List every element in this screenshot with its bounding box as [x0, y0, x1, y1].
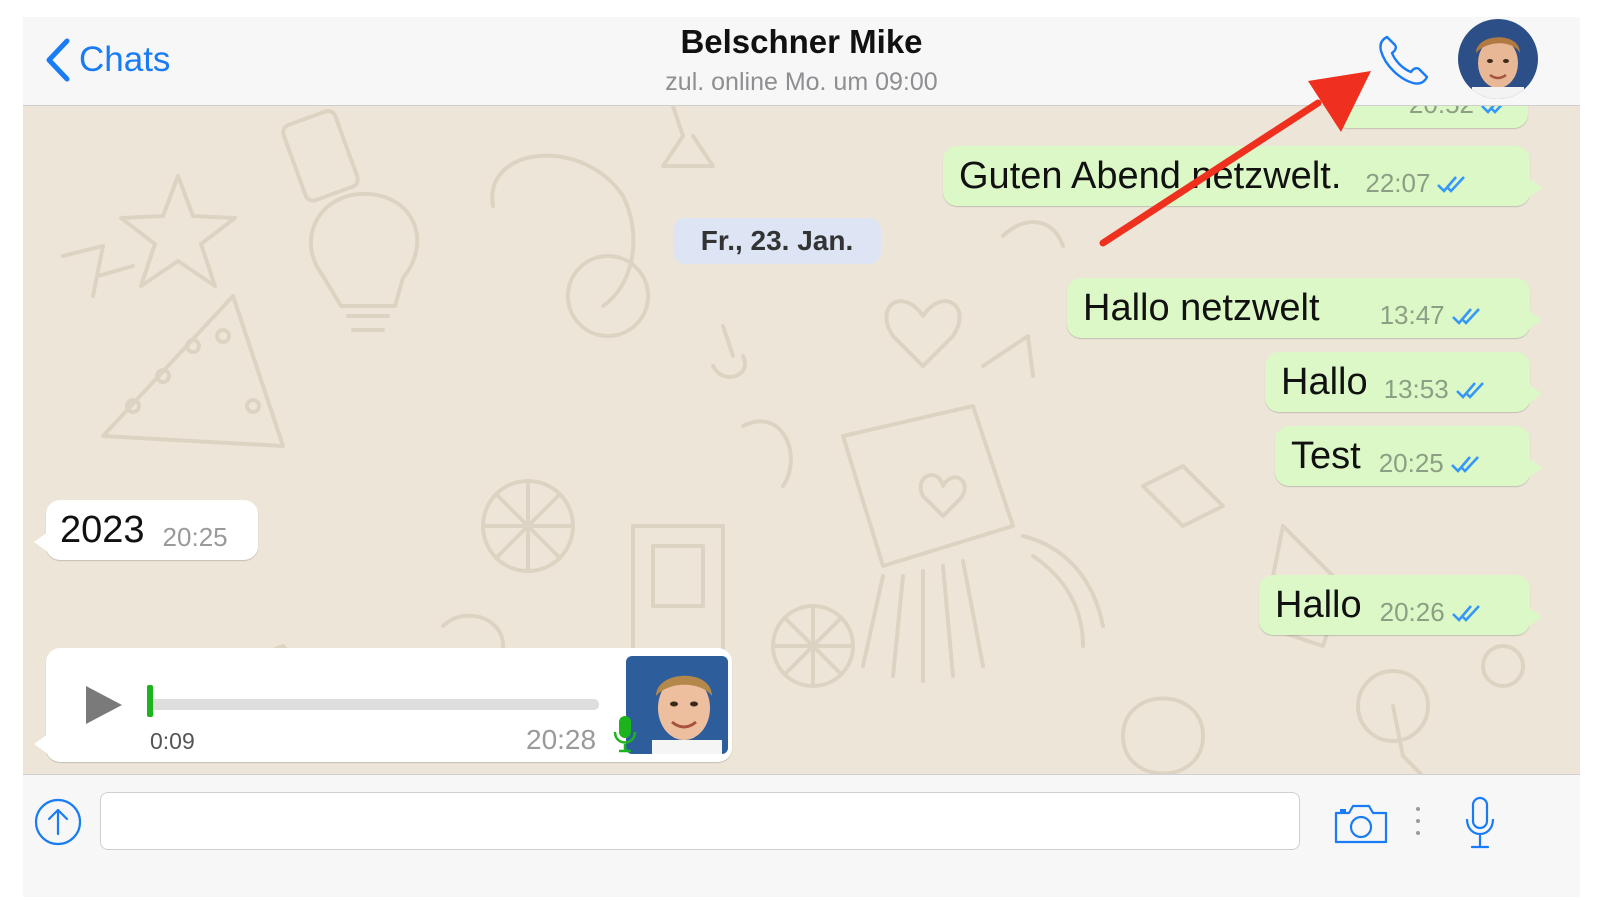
bubble-tail	[34, 532, 48, 552]
double-check-icon	[1481, 106, 1503, 114]
microphone-icon[interactable]	[1463, 795, 1497, 851]
separator-dots	[1416, 807, 1420, 835]
message-bubble-outgoing[interactable]: Test 20:25	[1275, 426, 1542, 486]
double-check-icon	[1451, 605, 1480, 622]
message-bubble-outgoing[interactable]: Guten Abend netzwelt. 22:07	[943, 146, 1542, 206]
bubble-tail	[1528, 458, 1542, 478]
message-text: Hallo	[1275, 583, 1362, 626]
avatar[interactable]	[1458, 19, 1538, 99]
voice-sender-photo	[626, 656, 728, 754]
message-time: 20:52	[1409, 106, 1474, 120]
voice-duration: 0:09	[150, 728, 195, 754]
message-bubble-incoming[interactable]: 2023 20:25	[34, 500, 258, 560]
message-input[interactable]	[100, 792, 1300, 850]
double-check-icon	[1455, 382, 1484, 399]
message-time: 20:28	[526, 724, 597, 755]
contact-name[interactable]: Belschner Mike	[23, 23, 1580, 61]
double-check-icon	[1450, 456, 1479, 473]
double-check-icon	[1451, 308, 1480, 325]
bubble-tail	[1528, 607, 1542, 627]
message-text: Guten Abend netzwelt.	[959, 154, 1342, 197]
message-time: 20:25	[1378, 447, 1444, 478]
upload-circle-icon[interactable]	[33, 797, 83, 847]
message-time: 13:47	[1379, 299, 1445, 330]
bubble-tail	[1528, 384, 1542, 404]
play-icon[interactable]	[82, 684, 124, 726]
camera-icon[interactable]	[1333, 801, 1389, 845]
date-separator: Fr., 23. Jan.	[673, 218, 881, 264]
chat-header: Chats Belschner Mike zul. online Mo. um …	[23, 17, 1580, 106]
message-time: 20:26	[1379, 596, 1445, 627]
message-text: 2023	[60, 508, 145, 551]
message-text: Hallo	[1281, 360, 1368, 403]
message-bubble-outgoing[interactable]: Hallo 20:26	[1259, 575, 1542, 635]
message-text: Test	[1291, 434, 1361, 477]
bubble-tail	[1528, 310, 1542, 330]
microphone-icon	[613, 716, 637, 753]
message-bubble-partial[interactable]: 20:52	[1333, 106, 1528, 128]
message-bubble-outgoing[interactable]: Hallo netzwelt 13:47	[1067, 278, 1542, 338]
whatsapp-chat-window: Chats Belschner Mike zul. online Mo. um …	[23, 17, 1580, 897]
last-seen-status: zul. online Mo. um 09:00	[665, 68, 938, 96]
message-bubble-outgoing[interactable]: Hallo 13:53	[1265, 352, 1542, 412]
message-time: 20:25	[162, 521, 228, 552]
bubble-tail	[1528, 178, 1542, 198]
message-input-bar	[23, 774, 1580, 897]
voice-progress-handle[interactable]	[147, 685, 153, 717]
bubble-tail	[34, 734, 48, 754]
double-check-icon	[1437, 176, 1466, 193]
chat-messages-area[interactable]: 20:52 Guten Abend netzwelt. 22:07 Fr., 2…	[23, 106, 1580, 796]
message-text: Hallo netzwelt	[1083, 286, 1320, 329]
voice-message-bubble[interactable]: 0:09 20:28	[34, 648, 732, 762]
message-time: 13:53	[1383, 373, 1449, 404]
voice-progress-track[interactable]	[149, 699, 599, 710]
contact-photo	[1458, 19, 1538, 99]
message-time: 22:07	[1365, 167, 1431, 198]
phone-icon[interactable]	[1373, 31, 1435, 89]
